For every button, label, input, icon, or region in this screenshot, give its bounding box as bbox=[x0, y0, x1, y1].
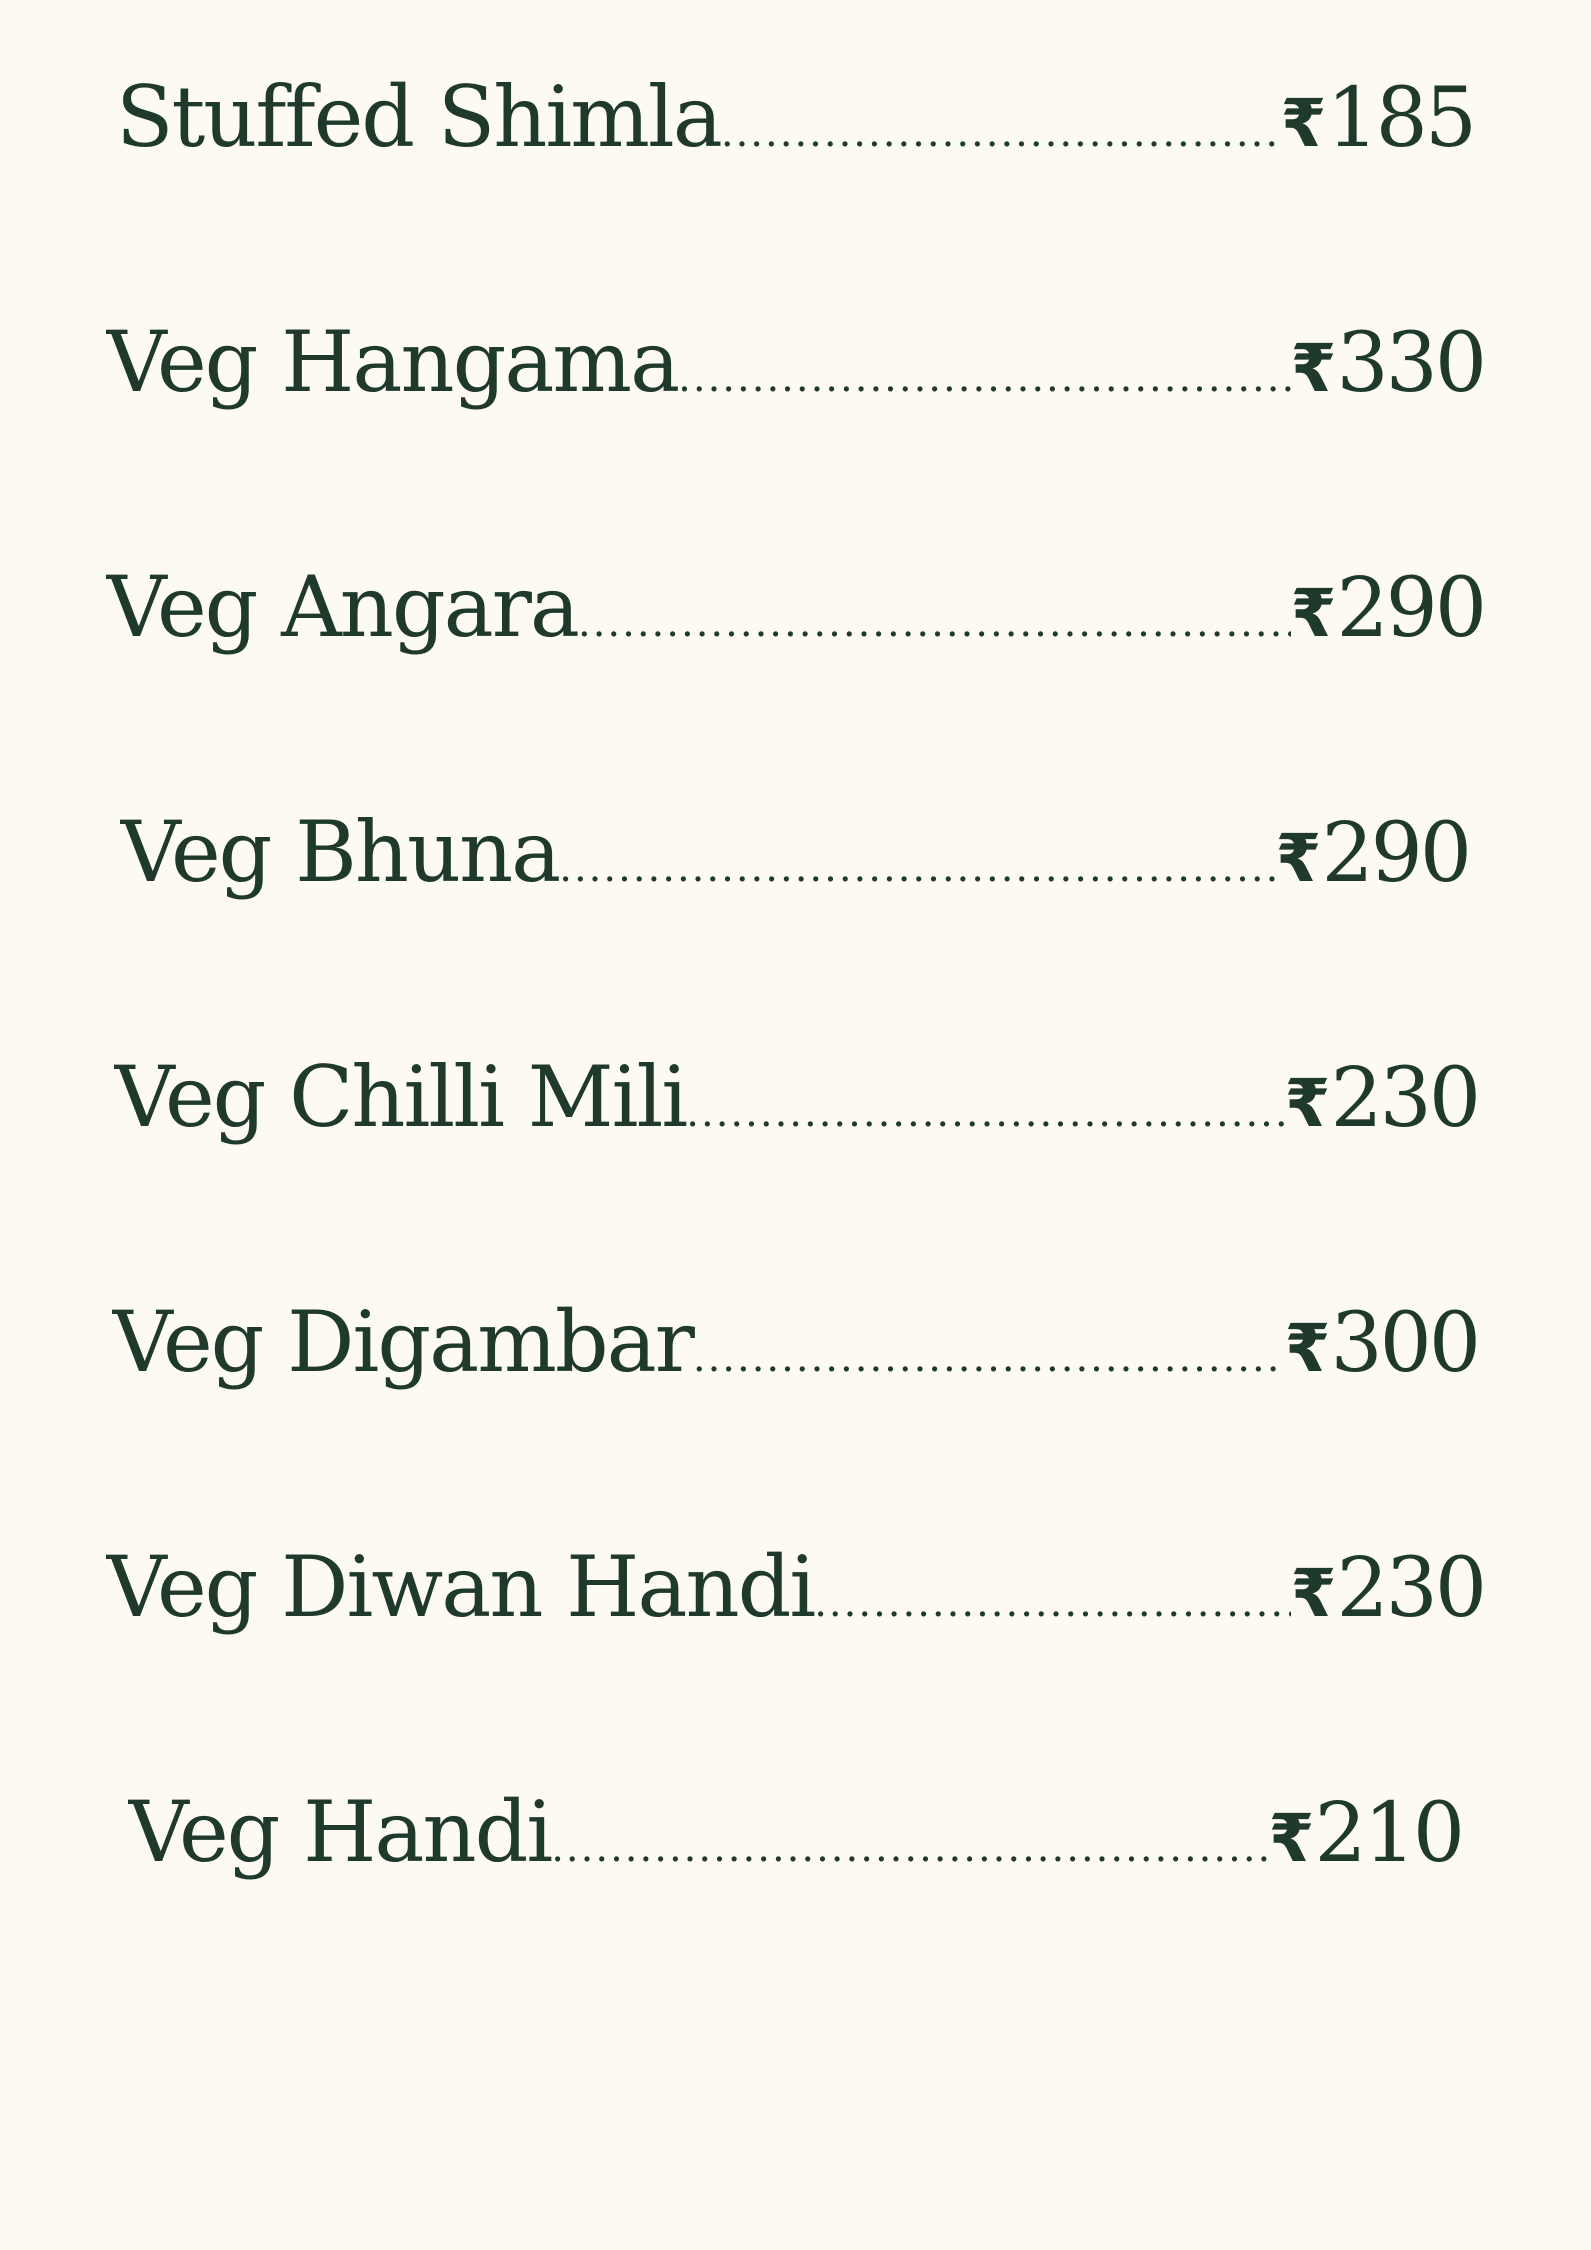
item-name: Veg Bhuna bbox=[120, 803, 561, 901]
price-amount: 185 bbox=[1326, 71, 1474, 166]
item-price: ₹ 230 bbox=[1291, 1534, 1484, 1642]
rupee-icon: ₹ bbox=[1290, 1555, 1337, 1632]
item-price: ₹ 330 bbox=[1291, 309, 1484, 417]
rupee-icon: ₹ bbox=[1275, 820, 1322, 897]
rupee-icon: ₹ bbox=[1280, 85, 1327, 162]
menu-list: Stuffed Shimla .........................… bbox=[0, 0, 1591, 2250]
dot-leader: ........................................… bbox=[814, 1580, 1290, 1626]
item-price: ₹ 210 bbox=[1269, 1779, 1462, 1887]
item-name: Veg Angara bbox=[106, 558, 580, 656]
dot-leader: ........................................… bbox=[678, 355, 1290, 401]
menu-item: Veg Angara .............................… bbox=[106, 552, 1484, 662]
item-price: ₹ 185 bbox=[1281, 64, 1474, 172]
item-price: ₹ 290 bbox=[1291, 554, 1484, 662]
rupee-icon: ₹ bbox=[1284, 1310, 1331, 1387]
menu-item: Veg Handi ..............................… bbox=[128, 1777, 1462, 1887]
menu-item: Veg Hangama ............................… bbox=[106, 307, 1484, 417]
price-amount: 290 bbox=[1336, 561, 1484, 656]
item-price: ₹ 290 bbox=[1276, 799, 1469, 907]
menu-item: Veg Chilli Mili ........................… bbox=[114, 1042, 1478, 1152]
item-price: ₹ 300 bbox=[1285, 1289, 1478, 1397]
dot-leader: ........................................… bbox=[577, 600, 1291, 646]
price-amount: 210 bbox=[1314, 1786, 1462, 1881]
price-amount: 290 bbox=[1321, 806, 1469, 901]
dot-leader: ........................................… bbox=[559, 845, 1275, 891]
rupee-icon: ₹ bbox=[1290, 330, 1337, 407]
dot-leader: ........................................… bbox=[692, 1335, 1285, 1381]
dot-leader: ........................................… bbox=[686, 1090, 1285, 1136]
item-price: ₹ 230 bbox=[1285, 1044, 1478, 1152]
dot-leader: ........................................… bbox=[551, 1825, 1268, 1871]
dot-leader: ........................................… bbox=[720, 110, 1281, 156]
rupee-icon: ₹ bbox=[1284, 1065, 1331, 1142]
price-amount: 230 bbox=[1336, 1541, 1484, 1636]
item-name: Veg Hangama bbox=[106, 313, 680, 411]
menu-item: Veg Bhuna ..............................… bbox=[120, 797, 1469, 907]
menu-item: Stuffed Shimla .........................… bbox=[116, 62, 1474, 172]
price-amount: 300 bbox=[1330, 1296, 1478, 1391]
menu-item: Veg Digambar ...........................… bbox=[112, 1287, 1478, 1397]
item-name: Veg Digambar bbox=[112, 1293, 695, 1391]
menu-item: Veg Diwan Handi ........................… bbox=[106, 1532, 1484, 1642]
rupee-icon: ₹ bbox=[1290, 575, 1337, 652]
item-name: Veg Diwan Handi bbox=[106, 1538, 816, 1636]
item-name: Veg Handi bbox=[128, 1783, 553, 1881]
rupee-icon: ₹ bbox=[1268, 1800, 1315, 1877]
item-name: Veg Chilli Mili bbox=[114, 1048, 688, 1146]
item-name: Stuffed Shimla bbox=[116, 68, 723, 166]
price-amount: 330 bbox=[1336, 316, 1484, 411]
price-amount: 230 bbox=[1330, 1051, 1478, 1146]
